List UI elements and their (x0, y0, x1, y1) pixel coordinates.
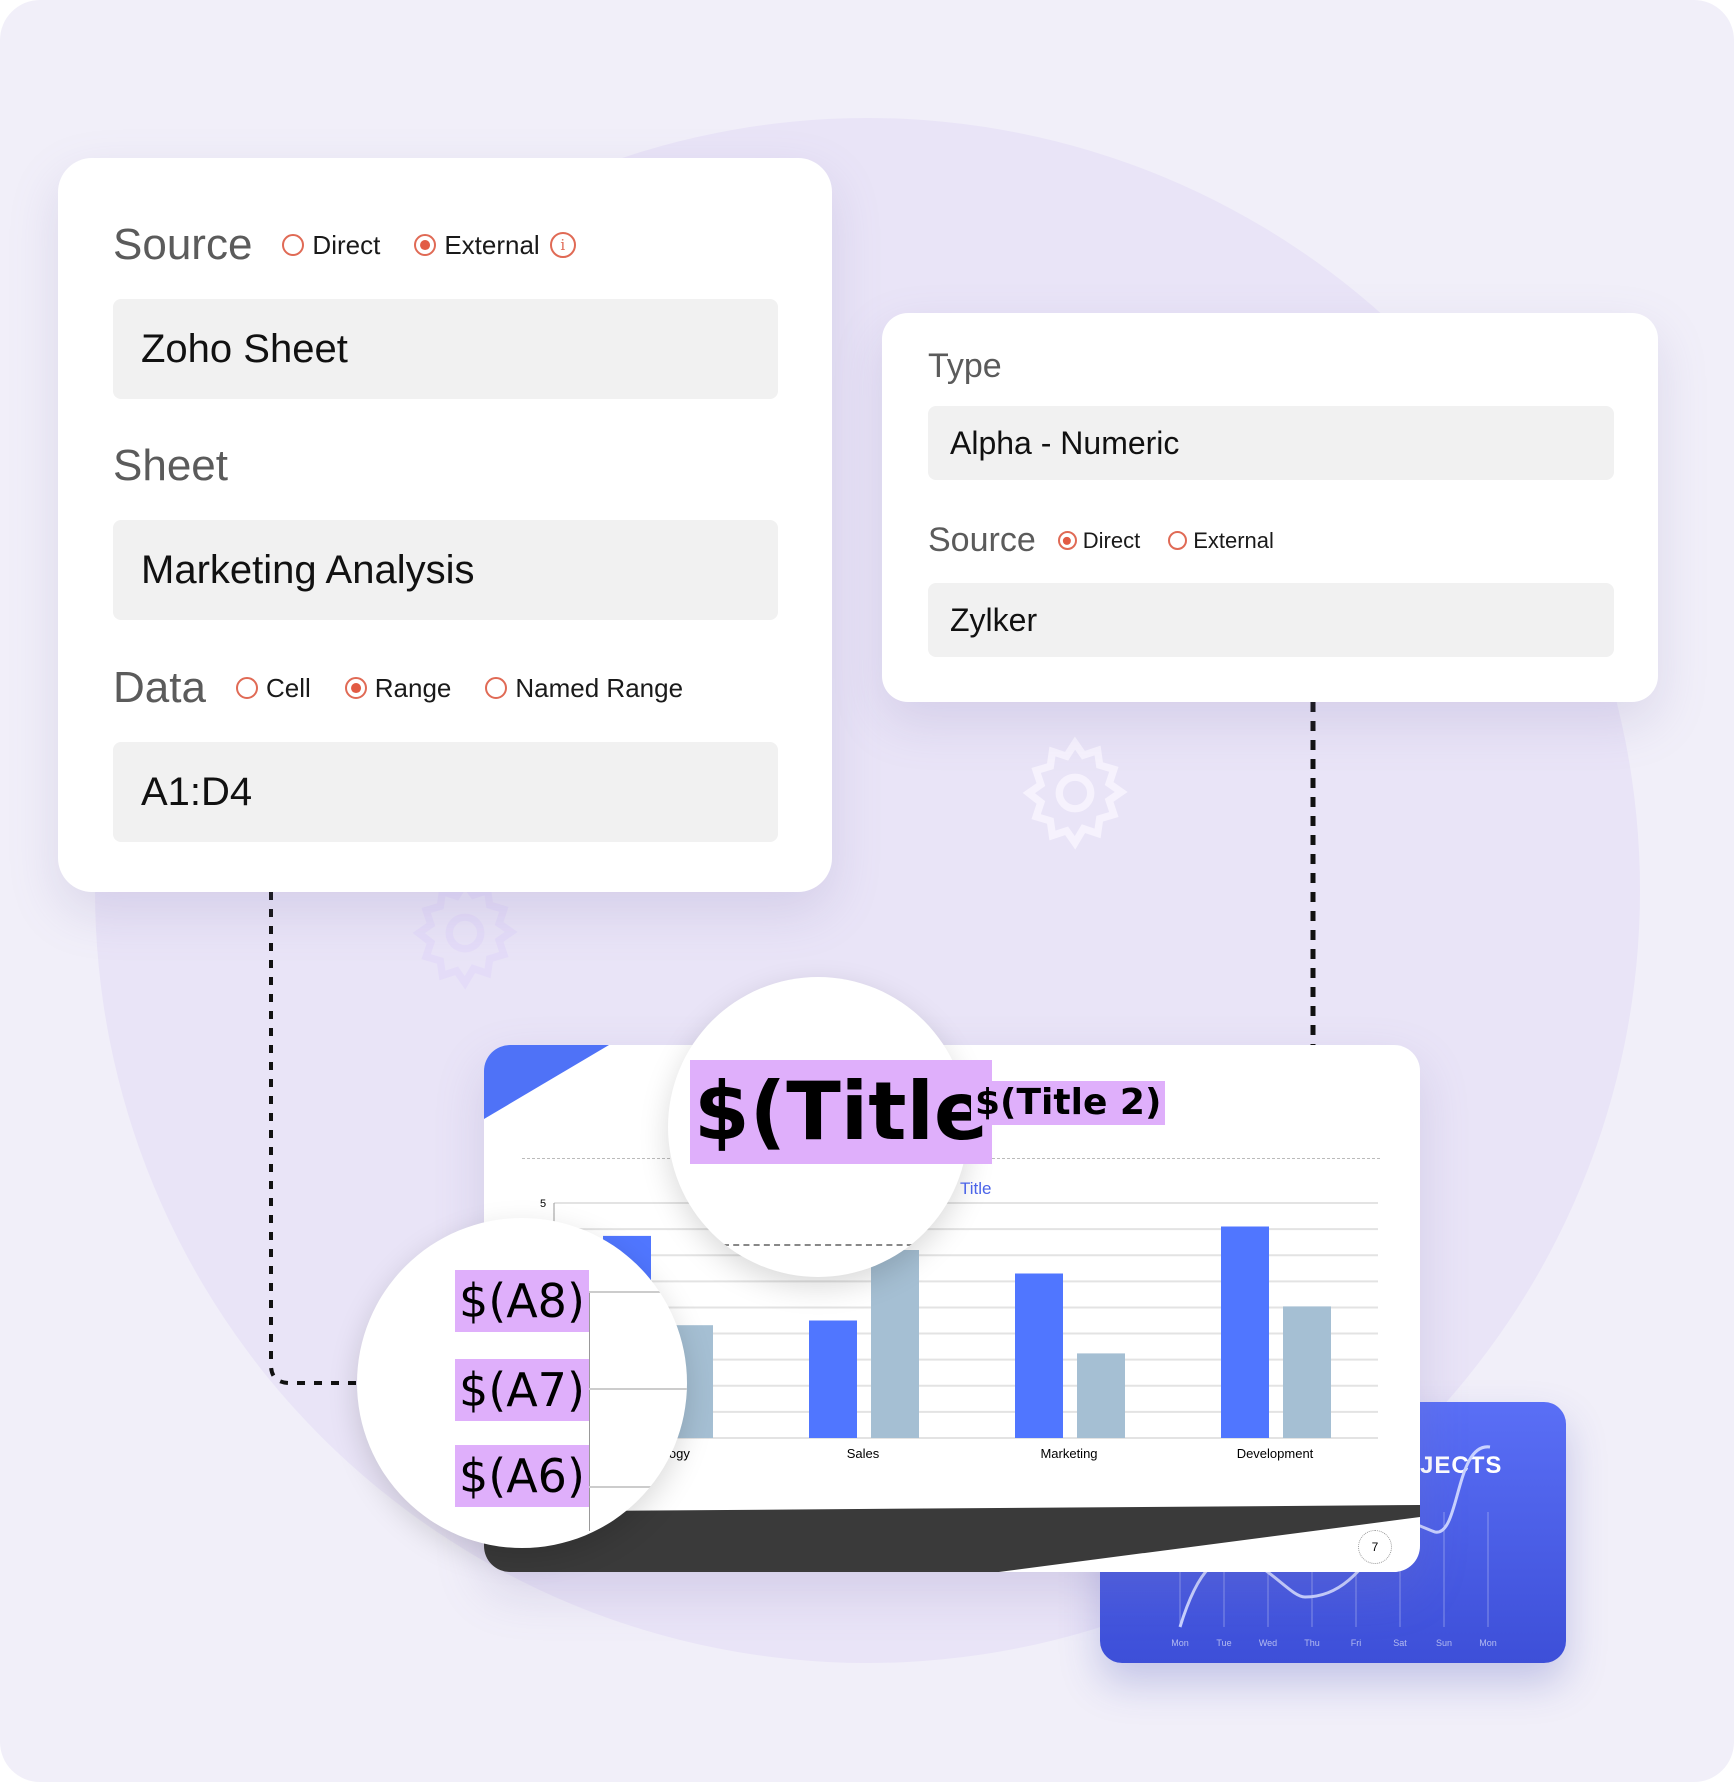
day-label: Sat (1393, 1638, 1407, 1648)
grid-line (589, 1291, 687, 1293)
radio-source-external[interactable]: External (1168, 528, 1274, 554)
bar-spend (871, 1250, 919, 1438)
radio-circle (282, 234, 305, 256)
data-range-value: A1:D4 (141, 769, 253, 814)
radio-label: External (444, 229, 540, 260)
radio-data-cell[interactable]: Cell (235, 672, 311, 704)
bar-revenue (809, 1320, 857, 1438)
bar-revenue (1221, 1226, 1269, 1438)
radio-circle-selected (1057, 531, 1077, 550)
source-label: Source (113, 220, 253, 269)
bar-spend (1077, 1353, 1125, 1438)
source-field[interactable]: Zoho Sheet (113, 299, 778, 399)
title-placeholder: $(Title (690, 1060, 993, 1164)
radio-label: Range (374, 672, 452, 703)
bar-revenue (1015, 1273, 1063, 1438)
x-tick-label: Sales (847, 1446, 880, 1461)
axis-placeholder-a8: $(A8) (455, 1270, 589, 1332)
day-label: Mon (1479, 1638, 1497, 1648)
sheet-field[interactable]: Marketing Analysis (113, 520, 778, 620)
source-field[interactable]: Zylker (928, 583, 1614, 657)
chart-title: Title (960, 1179, 992, 1198)
radio-circle (1168, 531, 1188, 550)
source-value: Zylker (950, 601, 1038, 638)
bar-spend (1283, 1306, 1331, 1438)
axis-line (589, 1291, 590, 1531)
radio-circle (235, 677, 258, 699)
radio-source-direct[interactable]: Direct (282, 230, 380, 261)
x-tick-label: Development (1237, 1446, 1314, 1461)
day-label: Tue (1216, 1638, 1232, 1648)
radio-label: External (1193, 527, 1274, 553)
radio-label: Cell (265, 672, 311, 703)
title2-placeholder: $(Title 2) (971, 1081, 1166, 1125)
radio-circle-selected (344, 677, 367, 699)
day-label: Mon (1171, 1638, 1189, 1648)
canvas: Source Direct External i Zoho Sheet Shee… (0, 0, 1734, 1782)
type-label: Type (928, 347, 1002, 385)
axis-placeholder-a6: $(A6) (455, 1445, 589, 1507)
axis-placeholder-a7: $(A7) (455, 1359, 589, 1421)
radio-circle-selected (414, 234, 437, 256)
data-label: Data (113, 663, 206, 712)
sheet-value: Marketing Analysis (141, 547, 475, 592)
type-field[interactable]: Alpha - Numeric (928, 406, 1614, 480)
day-label: Sun (1435, 1638, 1452, 1648)
day-label: Fri (1350, 1638, 1362, 1648)
magnifier-dashed-line (723, 1244, 923, 1246)
sheet-label: Sheet (113, 441, 228, 490)
grid-line (589, 1486, 687, 1488)
grid-line (589, 1388, 687, 1390)
page-number: 7 (1371, 1540, 1379, 1554)
radio-data-named-range[interactable]: Named Range (485, 673, 683, 704)
data-source-panel: Source Direct External i Zoho Sheet Shee… (58, 158, 832, 892)
y-tick-label: 5 (540, 1198, 546, 1210)
data-range-field[interactable]: A1:D4 (113, 742, 778, 842)
radio-label: Direct (1082, 527, 1141, 553)
radio-source-external[interactable]: External (414, 229, 540, 261)
radio-source-direct[interactable]: Direct (1057, 527, 1141, 554)
source-label: Source (928, 521, 1036, 559)
info-icon[interactable]: i (549, 232, 576, 258)
type-value: Alpha - Numeric (950, 424, 1180, 461)
day-label: Thu (1304, 1638, 1320, 1648)
slide-footer-band (484, 1505, 1420, 1572)
x-tick-label: Marketing (1040, 1446, 1097, 1461)
radio-label: Named Range (515, 672, 684, 703)
source-value: Zoho Sheet (141, 326, 348, 371)
radio-circle (485, 677, 508, 699)
radio-label: Direct (312, 229, 381, 260)
page-number-badge: 7 (1358, 1530, 1392, 1564)
type-source-panel: Type Alpha - Numeric Source Direct Exter… (882, 313, 1658, 702)
day-label: Wed (1258, 1638, 1278, 1648)
radio-data-range[interactable]: Range (344, 672, 452, 704)
